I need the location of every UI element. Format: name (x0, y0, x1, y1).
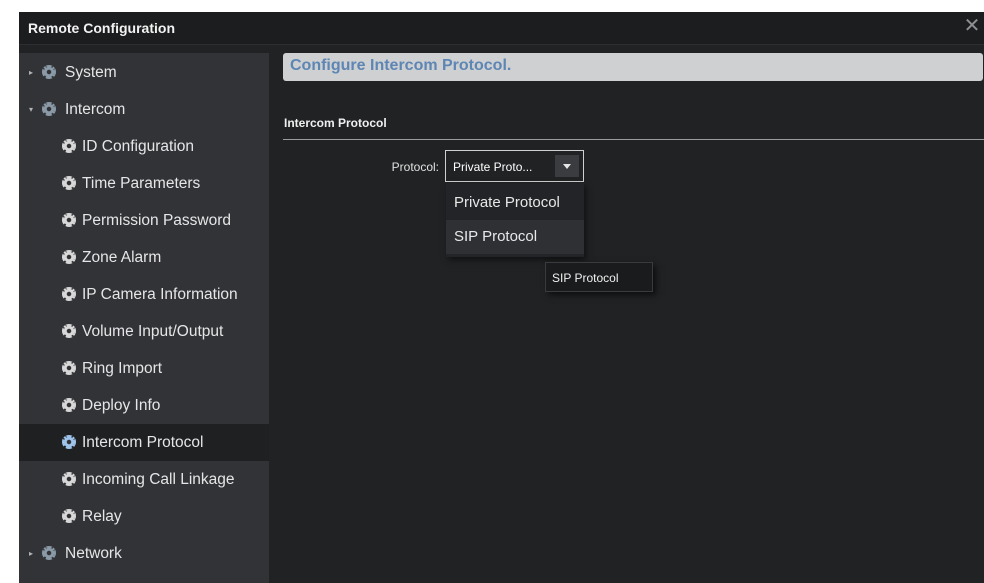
sidebar-item-ip-camera-information[interactable]: IP Camera Information (19, 276, 269, 313)
dropdown-button[interactable] (555, 155, 579, 177)
gear-icon (42, 546, 56, 560)
sidebar-item-label: Deploy Info (82, 397, 161, 414)
window-title: Remote Configuration (28, 20, 175, 36)
page-title: Configure Intercom Protocol. (290, 57, 512, 74)
sidebar-item-zone-alarm[interactable]: Zone Alarm (19, 239, 269, 276)
chevron-down-icon (563, 164, 571, 169)
collapse-arrow-icon[interactable]: ▸ (29, 535, 33, 572)
tooltip-text: SIP Protocol (552, 271, 619, 285)
option-sip-protocol[interactable]: SIP Protocol (446, 220, 584, 254)
sidebar-item-label: Relay (82, 508, 122, 525)
sidebar-item-id-configuration[interactable]: ID Configuration (19, 128, 269, 165)
sidebar-item-label: Intercom Protocol (82, 434, 204, 451)
sidebar-item-network[interactable]: ▸ Network (19, 535, 269, 572)
protocol-select-value: Private Proto... (453, 160, 533, 174)
main-panel: Configure Intercom Protocol. Intercom Pr… (269, 53, 984, 583)
close-icon[interactable]: ✕ (962, 15, 982, 37)
sidebar-item-label: ID Configuration (82, 138, 195, 155)
protocol-dropdown-list: Private Protocol SIP Protocol (446, 183, 584, 257)
sidebar-item-label: Network (65, 545, 122, 562)
sidebar-item-ring-import[interactable]: Ring Import (19, 350, 269, 387)
sidebar-item-incoming-call-linkage[interactable]: Incoming Call Linkage (19, 461, 269, 498)
gear-icon (62, 398, 76, 412)
sidebar-item-time-parameters[interactable]: Time Parameters (19, 165, 269, 202)
title-bar: Remote Configuration ✕ (19, 12, 984, 45)
protocol-label: Protocol: (391, 160, 439, 174)
gear-icon (62, 472, 76, 486)
tooltip: SIP Protocol (545, 262, 653, 292)
gear-icon (62, 361, 76, 375)
gear-icon (42, 65, 56, 79)
expand-arrow-icon[interactable]: ▾ (29, 91, 33, 128)
sidebar-item-deploy-info[interactable]: Deploy Info (19, 387, 269, 424)
page-header: Configure Intercom Protocol. (283, 53, 983, 81)
sidebar-item-system[interactable]: ▸ System (19, 54, 269, 91)
sidebar-item-label: Ring Import (82, 360, 163, 377)
sidebar-item-intercom-protocol[interactable]: Intercom Protocol (19, 424, 269, 461)
sidebar-item-label: Volume Input/Output (82, 323, 224, 340)
sidebar-item-volume-input-output[interactable]: Volume Input/Output (19, 313, 269, 350)
gear-icon (62, 287, 76, 301)
option-private-protocol[interactable]: Private Protocol (446, 186, 584, 220)
gear-icon (62, 435, 76, 449)
sidebar-item-label: Intercom (65, 101, 126, 118)
gear-icon (62, 324, 76, 338)
sidebar-item-label: Zone Alarm (82, 249, 162, 266)
sidebar-item-label: Permission Password (82, 212, 232, 229)
sidebar-item-relay[interactable]: Relay (19, 498, 269, 535)
gear-icon (62, 213, 76, 227)
section-divider (283, 139, 984, 140)
collapse-arrow-icon[interactable]: ▸ (29, 54, 33, 91)
sidebar-item-intercom[interactable]: ▾ Intercom (19, 91, 269, 128)
sidebar: ▸ System ▾ Intercom ID Configuration Time Par… (19, 53, 269, 583)
protocol-select[interactable]: Private Proto... (445, 150, 584, 182)
sidebar-item-permission-password[interactable]: Permission Password (19, 202, 269, 239)
sidebar-item-label: Incoming Call Linkage (82, 471, 235, 488)
sidebar-item-label: System (65, 64, 117, 81)
section-title: Intercom Protocol (284, 116, 387, 130)
remote-configuration-window: Remote Configuration ✕ ▸ System ▾ Intercom I… (19, 12, 984, 583)
sidebar-item-label: Time Parameters (82, 175, 201, 192)
gear-icon (62, 250, 76, 264)
gear-icon (62, 176, 76, 190)
gear-icon (62, 139, 76, 153)
sidebar-item-label: IP Camera Information (82, 286, 238, 303)
gear-icon (62, 509, 76, 523)
gear-icon (42, 102, 56, 116)
